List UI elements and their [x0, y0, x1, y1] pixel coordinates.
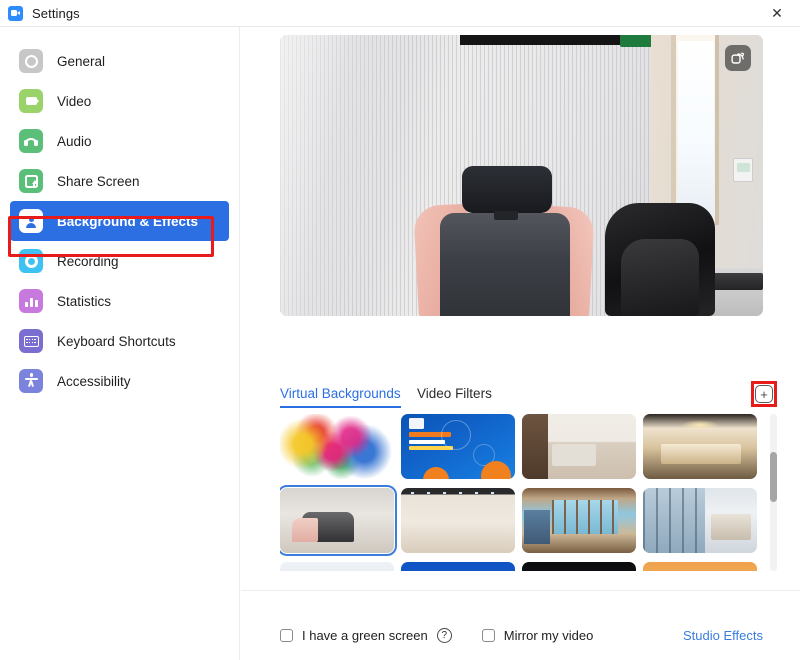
background-effects-panel: Virtual Backgrounds Video Filters + I ha…	[241, 27, 800, 660]
gear-icon	[19, 49, 43, 73]
background-thumbnail-glass-house[interactable]	[643, 488, 757, 553]
preview-chair-back	[440, 213, 570, 316]
sidebar-item-recording[interactable]: Recording	[10, 241, 229, 281]
footer-divider	[241, 590, 800, 591]
sidebar-item-label: Recording	[57, 253, 119, 269]
headset-icon	[19, 129, 43, 153]
background-tabs: Virtual Backgrounds Video Filters +	[280, 381, 777, 411]
preview-window-glass	[678, 41, 714, 217]
bar-chart-icon	[19, 289, 43, 313]
accessibility-icon	[19, 369, 43, 393]
thumbnail-art	[522, 488, 636, 553]
keyboard-icon	[19, 329, 43, 353]
thumbnail-art	[280, 562, 394, 571]
sidebar-item-share-screen[interactable]: Share Screen	[10, 161, 229, 201]
sidebar-item-video[interactable]: Video	[10, 81, 229, 121]
person-card-icon	[19, 209, 43, 233]
thumbnail-art	[643, 488, 757, 553]
thumbnail-art	[643, 562, 757, 571]
sidebar-item-general[interactable]: General	[10, 41, 229, 81]
preview-ceiling	[460, 35, 620, 45]
background-thumbnail-color-splash[interactable]	[280, 414, 394, 479]
zoom-logo-icon	[8, 5, 23, 21]
studio-effects-link[interactable]: Studio Effects	[683, 628, 763, 643]
thumbnail-art	[280, 414, 394, 479]
close-icon[interactable]: ✕	[754, 0, 800, 27]
sidebar-item-audio[interactable]: Audio	[10, 121, 229, 161]
record-ring-icon	[19, 249, 43, 273]
thumbnail-art	[522, 562, 636, 571]
video-icon	[19, 89, 43, 113]
background-footer: I have a green screen ? Mirror my video …	[280, 615, 763, 655]
background-thumbnail-blue-poster[interactable]	[401, 414, 515, 479]
background-thumbnail-orange-scene[interactable]	[643, 562, 757, 571]
thumbnail-art	[643, 414, 757, 479]
mirror-video-label: Mirror my video	[503, 627, 594, 643]
green-screen-label: I have a green screen	[302, 627, 428, 643]
sidebar-item-label: General	[57, 53, 106, 69]
mirror-video-checkbox[interactable]	[481, 628, 495, 642]
background-thumbnail-blue-scene[interactable]	[401, 562, 515, 571]
camera-preview	[280, 35, 763, 316]
preview-leather-sofa	[605, 203, 715, 316]
preview-thermostat	[733, 158, 753, 182]
question-mark-icon[interactable]: ?	[436, 627, 452, 643]
background-grid	[280, 414, 757, 571]
sidebar-item-label: Share Screen	[57, 173, 140, 189]
sidebar-item-label: Accessibility	[57, 373, 131, 389]
title-bar: Settings ✕	[0, 0, 800, 27]
thumbnail-art	[401, 562, 515, 571]
background-thumbnail-office-chair[interactable]	[280, 485, 397, 556]
upload-box-icon	[19, 169, 43, 193]
sidebar-item-keyboard-shortcuts[interactable]: Keyboard Shortcuts	[10, 321, 229, 361]
sidebar-item-label: Keyboard Shortcuts	[57, 333, 176, 349]
tab-video-filters[interactable]: Video Filters	[417, 386, 492, 406]
sidebar-item-accessibility[interactable]: Accessibility	[10, 361, 229, 401]
background-scrollbar-thumb[interactable]	[770, 452, 777, 502]
sidebar-item-label: Audio	[57, 133, 92, 149]
background-grid-viewport	[280, 414, 763, 571]
add-background-highlight-box: +	[751, 381, 777, 407]
sidebar-item-label: Video	[57, 93, 92, 109]
thumbnail-art	[401, 414, 515, 479]
sidebar-item-statistics[interactable]: Statistics	[10, 281, 229, 321]
tab-virtual-backgrounds[interactable]: Virtual Backgrounds	[280, 386, 401, 408]
settings-sidebar: General Video Audio Share Screen Backgro…	[0, 27, 240, 660]
preview-chair-stem	[494, 211, 518, 220]
green-screen-checkbox[interactable]	[280, 628, 293, 642]
background-thumbnail-beach-house[interactable]	[522, 488, 636, 553]
thumbnail-art	[401, 488, 515, 553]
pop-out-icon[interactable]	[725, 45, 751, 71]
mirror-video-group: Mirror my video	[481, 627, 594, 643]
sidebar-item-background-effects[interactable]: Background & Effects	[10, 201, 229, 241]
window-title: Settings	[32, 5, 80, 21]
sidebar-item-label: Statistics	[57, 293, 112, 309]
background-thumbnail-light-room[interactable]	[280, 562, 394, 571]
background-thumbnail-dining-room[interactable]	[643, 414, 757, 479]
background-thumbnail-empty-hall[interactable]	[401, 488, 515, 553]
background-thumbnail-living-room[interactable]	[522, 414, 636, 479]
sidebar-item-label: Background & Effects	[57, 213, 199, 229]
thumbnail-art	[522, 414, 636, 479]
plus-icon[interactable]: +	[755, 385, 773, 403]
thumbnail-art	[280, 488, 394, 553]
background-thumbnail-dark-scene[interactable]	[522, 562, 636, 571]
preview-chair-headrest	[462, 166, 552, 213]
